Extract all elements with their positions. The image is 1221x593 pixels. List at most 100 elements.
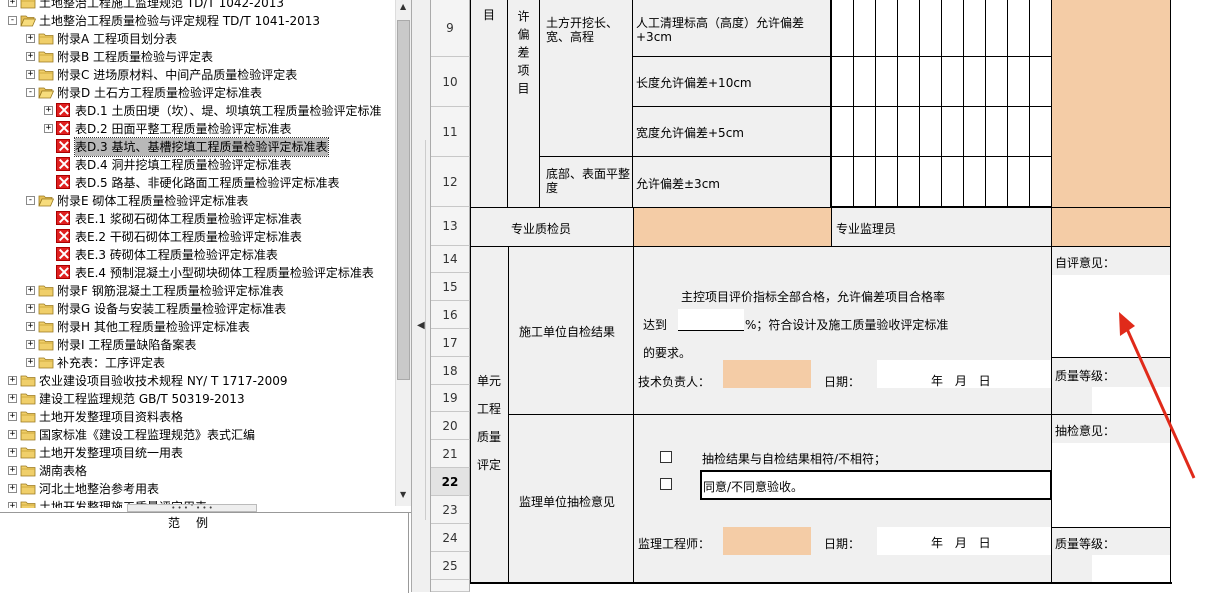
allowable-deviation-cell[interactable]: 许偏差项目 [508, 0, 540, 207]
tree-item[interactable]: - 附录E 砌体工程质量检验评定标准表 [0, 192, 395, 210]
vertical-splitter[interactable]: ◀ [411, 0, 431, 592]
scroll-down-arrow-icon[interactable]: ▼ [400, 490, 406, 499]
tree-item[interactable]: 表D.4 洞井挖填工程质量检验评定标准表 [0, 156, 395, 174]
collapse-toggle-icon[interactable]: - [26, 88, 35, 97]
check-2-selected-cell[interactable]: 同意/不同意验收。 [700, 470, 1052, 500]
tree-item[interactable]: + 附录B 工程质量检验与评定表 [0, 48, 395, 66]
row-header[interactable]: 21 [431, 440, 470, 468]
tree-item[interactable]: + 附录F 钢筋混凝土工程质量检验评定标准表 [0, 282, 395, 300]
expand-toggle-icon[interactable]: + [26, 286, 35, 295]
measurement-cell[interactable] [853, 107, 875, 157]
measurement-cell[interactable] [1007, 107, 1029, 157]
row-header[interactable]: 15 [431, 273, 470, 301]
tree-item[interactable]: - 附录D 土石方工程质量检验评定标准表 [0, 84, 395, 102]
expand-toggle-icon[interactable]: + [8, 502, 17, 508]
sample-opinion-cell[interactable]: 抽检意见： 质量等级： [1051, 414, 1171, 582]
tree-item[interactable]: + 附录G 设备与安装工程质量检验评定标准表 [0, 300, 395, 318]
expand-toggle-icon[interactable]: + [26, 34, 35, 43]
row-header[interactable]: 16 [431, 301, 470, 329]
measurement-cell[interactable] [875, 57, 897, 107]
spreadsheet[interactable]: 9 10 11 12 13 14 15 16 17 18 19 20 21 22 23 24 25 目 许偏差项… [431, 0, 1221, 592]
tree-item[interactable]: 表D.3 基坑、基槽挖填工程质量检验评定标准表 [0, 137, 395, 157]
tree-vertical-scrollbar[interactable]: ▲ ▼ [395, 0, 411, 506]
collapse-left-icon[interactable]: ◀ [417, 320, 425, 331]
expand-toggle-icon[interactable]: + [26, 52, 35, 61]
measurement-cell[interactable] [853, 157, 875, 207]
row-header[interactable]: 23 [431, 496, 470, 524]
measurement-cell[interactable] [897, 107, 919, 157]
tree-item[interactable]: + 土地整治工程施工监理规范 TD/T 1042-2013 [0, 0, 395, 12]
tol-bottom-cell[interactable]: 允许偏差±3cm [633, 157, 831, 207]
row-header[interactable]: 24 [431, 524, 470, 552]
measurement-cell[interactable] [963, 0, 985, 57]
collapse-toggle-icon[interactable]: - [8, 16, 17, 25]
rating-column-cell[interactable] [1051, 0, 1171, 207]
supervisor-body[interactable]: 抽检结果与自检结果相符/不相符； 同意/不同意验收。 监理工程师： 日期： 年 … [633, 414, 1052, 582]
prof-inspector-input[interactable] [633, 207, 831, 246]
sup-grade-input[interactable] [1092, 555, 1170, 582]
row-header[interactable]: 10 [431, 57, 470, 107]
tol-width-cell[interactable]: 宽度允许偏差+5cm [633, 107, 831, 157]
tree-item[interactable]: + 河北土地整治参考用表 [0, 480, 395, 498]
item-bottom-cell[interactable]: 底部、表面平整度 [540, 157, 633, 207]
tech-lead-input[interactable] [723, 360, 811, 388]
expand-toggle-icon[interactable]: + [8, 484, 17, 493]
check-consistent-checkbox[interactable] [660, 451, 672, 463]
self-check-body[interactable]: 主控项目评价指标全部合格，允许偏差项目合格率 达到 %；符合设计及施工质量验收评… [633, 246, 1051, 414]
row-header[interactable]: 11 [431, 107, 470, 157]
row-header[interactable]: 17 [431, 329, 470, 357]
row-header[interactable]: 13 [431, 207, 470, 246]
tree-item[interactable]: 表E.2 干砌石砌体工程质量检验评定标准表 [0, 228, 395, 246]
self-opinion-cell[interactable]: 自评意见： 质量等级： [1051, 246, 1171, 414]
measurement-cell[interactable] [941, 107, 963, 157]
tol-elevation-cell[interactable]: 人工清理标高（高度）允许偏差+3cm [633, 0, 831, 57]
measurement-cell[interactable] [1029, 107, 1051, 157]
row-header[interactable]: 14 [431, 246, 470, 273]
measurement-cell[interactable] [963, 157, 985, 207]
measurement-cell[interactable] [897, 0, 919, 57]
tree-item[interactable]: + 农业建设项目验收技术规程 NY/ T 1717-2009 [0, 372, 395, 390]
measurement-cell[interactable] [985, 157, 1007, 207]
expand-toggle-icon[interactable]: + [8, 412, 17, 421]
measurement-cell[interactable] [1029, 157, 1051, 207]
measurement-cell[interactable] [875, 157, 897, 207]
measurement-cell[interactable] [897, 57, 919, 107]
tree-item[interactable]: + 湖南表格 [0, 462, 395, 480]
expand-toggle-icon[interactable]: + [26, 358, 35, 367]
measurement-cell[interactable] [1007, 157, 1029, 207]
row-header[interactable]: 19 [431, 385, 470, 412]
measurement-cell[interactable] [941, 0, 963, 57]
scroll-up-arrow-icon[interactable]: ▲ [400, 2, 406, 11]
measurement-cell[interactable] [831, 157, 853, 207]
tree-item[interactable]: - 土地整治工程质量检验与评定规程 TD/T 1041-2013 [0, 12, 395, 30]
self-opinion-input[interactable] [1052, 275, 1170, 357]
measurement-cell[interactable] [831, 0, 853, 57]
measurement-cell[interactable] [853, 0, 875, 57]
expand-toggle-icon[interactable]: + [8, 394, 17, 403]
tree-item[interactable]: + 土地开发整理项目统一用表 [0, 444, 395, 462]
measurement-cell[interactable] [1007, 0, 1029, 57]
measurement-cell[interactable] [941, 57, 963, 107]
tree-item[interactable]: + 附录C 进场原材料、中间产品质量检验评定表 [0, 66, 395, 84]
row-header[interactable]: 12 [431, 157, 470, 207]
measurement-cell[interactable] [919, 0, 941, 57]
measurement-cell[interactable] [897, 157, 919, 207]
expand-toggle-icon[interactable]: + [44, 106, 53, 115]
expand-toggle-icon[interactable]: + [26, 70, 35, 79]
measurement-cell[interactable] [1029, 57, 1051, 107]
sample-opinion-input[interactable] [1052, 443, 1170, 527]
measurement-cell[interactable] [875, 107, 897, 157]
measurement-cell[interactable] [1007, 57, 1029, 107]
tol-length-cell[interactable]: 长度允许偏差+10cm [633, 57, 831, 107]
sup-date-input[interactable]: 年 月 日 [877, 527, 1051, 555]
pass-rate-input[interactable] [678, 309, 744, 331]
scroll-thumb[interactable] [397, 20, 410, 380]
measurement-cell[interactable] [985, 57, 1007, 107]
tree-item[interactable]: + 表D.1 土质田埂（坎）、堤、坝填筑工程质量检验评定标准 [0, 102, 395, 120]
measurement-cell[interactable] [919, 107, 941, 157]
row-header[interactable]: 9 [431, 0, 470, 57]
self-date-input[interactable]: 年 月 日 [877, 360, 1051, 388]
self-grade-input[interactable] [1092, 387, 1170, 414]
tree-item[interactable]: + 附录A 工程项目划分表 [0, 30, 395, 48]
expand-toggle-icon[interactable]: + [8, 448, 17, 457]
